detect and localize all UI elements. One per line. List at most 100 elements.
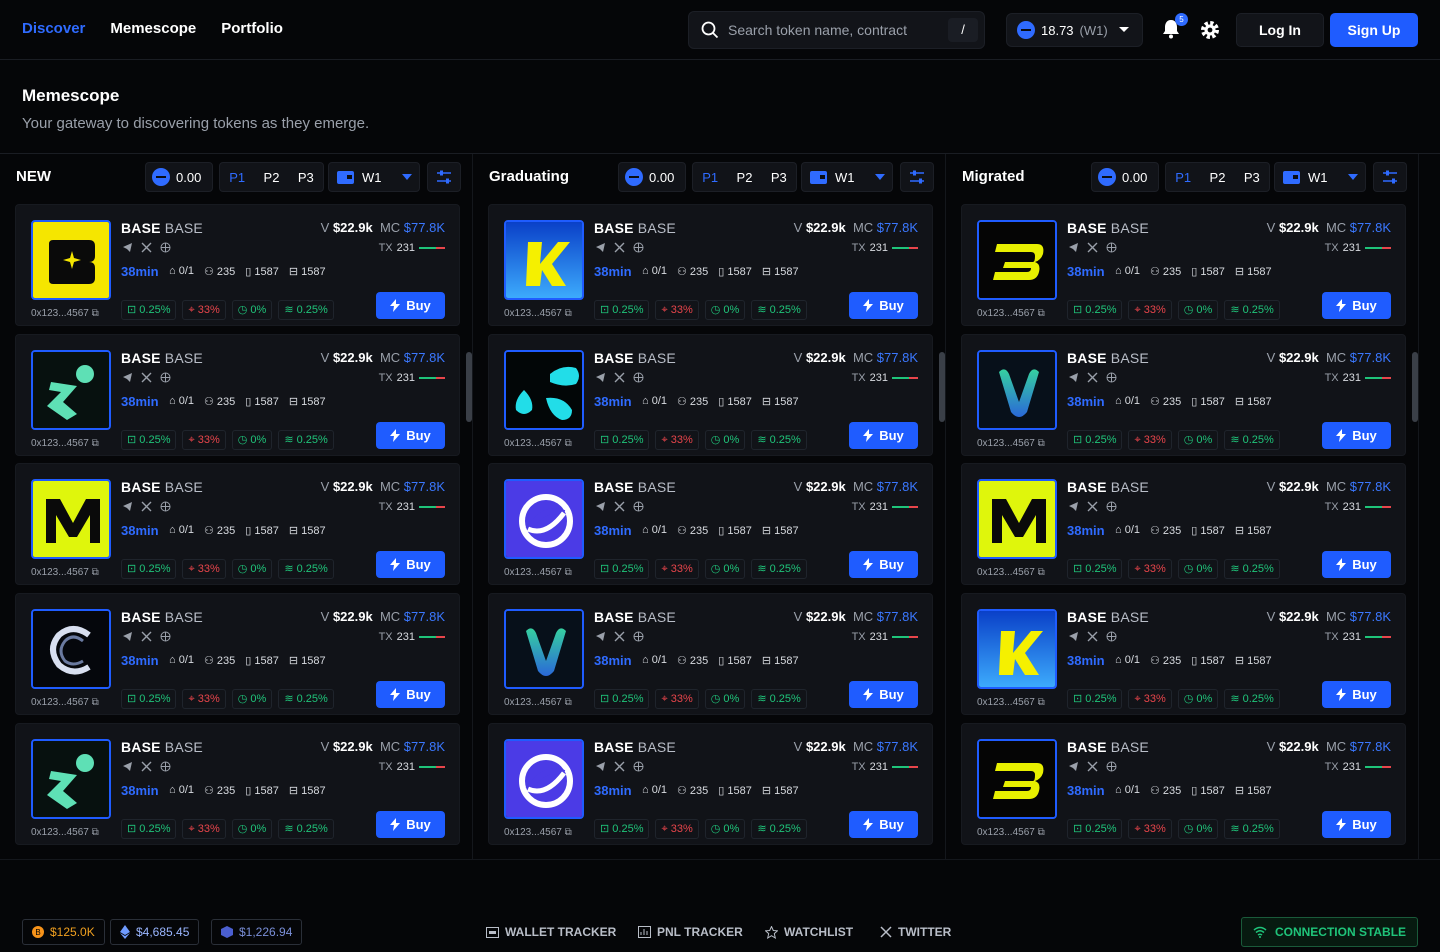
token-card[interactable]: 0x123...4567 ⧉ BASE BASE 38min ⌂ 0/1 ⚇ 2… [15, 333, 460, 456]
copy-icon[interactable]: ⧉ [565, 827, 572, 838]
filter-button[interactable] [1373, 162, 1407, 192]
quick-buy-amount[interactable]: 0.00 [618, 162, 686, 192]
btc-price[interactable]: B $125.0K [22, 919, 105, 945]
buy-button[interactable]: Buy [1322, 551, 1391, 579]
login-button[interactable]: Log In [1236, 13, 1324, 47]
x-logo-icon[interactable] [614, 501, 625, 512]
telegram-icon[interactable] [595, 372, 606, 383]
telegram-icon[interactable] [1068, 631, 1079, 642]
pnl-tracker-link[interactable]: PNL TRACKER [638, 925, 743, 939]
globe-icon[interactable] [633, 501, 644, 512]
copy-icon[interactable]: ⧉ [565, 308, 572, 319]
search-input[interactable]: Search token name, contract / [688, 11, 985, 49]
x-logo-icon[interactable] [1087, 242, 1098, 253]
contract-address[interactable]: 0x123...4567 ⧉ [31, 438, 99, 449]
globe-icon[interactable] [160, 631, 171, 642]
buy-button[interactable]: Buy [376, 681, 445, 709]
preset-p1[interactable]: P1 [1175, 170, 1191, 185]
x-logo-icon[interactable] [1087, 761, 1098, 772]
buy-button[interactable]: Buy [849, 421, 918, 449]
contract-address[interactable]: 0x123...4567 ⧉ [977, 438, 1045, 449]
gear-icon[interactable] [1199, 19, 1221, 41]
globe-icon[interactable] [160, 242, 171, 253]
copy-icon[interactable]: ⧉ [565, 697, 572, 708]
telegram-icon[interactable] [1068, 501, 1079, 512]
contract-address[interactable]: 0x123...4567 ⧉ [504, 567, 572, 578]
contract-address[interactable]: 0x123...4567 ⧉ [31, 308, 99, 319]
globe-icon[interactable] [633, 761, 644, 772]
globe-icon[interactable] [633, 372, 644, 383]
twitter-link[interactable]: TWITTER [880, 925, 951, 939]
c-ring-logo[interactable] [31, 609, 111, 690]
column-wallet-selector[interactable]: W1 [328, 162, 420, 192]
x-logo-icon[interactable] [141, 242, 152, 253]
token-card[interactable]: 0x123...4567 ⧉ BASE BASE 38min ⌂ 0/1 ⚇ 2… [488, 722, 933, 845]
contract-address[interactable]: 0x123...4567 ⧉ [504, 827, 572, 838]
telegram-icon[interactable] [595, 501, 606, 512]
nav-discover[interactable]: Discover [22, 20, 85, 37]
quick-buy-amount[interactable]: 0.00 [145, 162, 213, 192]
token-card[interactable]: 0x123...4567 ⧉ BASE BASE 38min ⌂ 0/1 ⚇ 2… [961, 463, 1406, 586]
x-logo-icon[interactable] [141, 501, 152, 512]
indigo-swirl-logo[interactable] [504, 738, 584, 819]
telegram-icon[interactable] [122, 242, 133, 253]
globe-icon[interactable] [160, 501, 171, 512]
telegram-icon[interactable] [1068, 372, 1079, 383]
nav-portfolio[interactable]: Portfolio [221, 20, 283, 37]
copy-icon[interactable]: ⧉ [1038, 567, 1045, 578]
contract-address[interactable]: 0x123...4567 ⧉ [31, 697, 99, 708]
token-card[interactable]: 0x123...4567 ⧉ BASE BASE 38min ⌂ 0/1 ⚇ 2… [961, 593, 1406, 716]
buy-button[interactable]: Buy [1322, 421, 1391, 449]
preset-p1[interactable]: P1 [229, 170, 245, 185]
eth-price[interactable]: $4,685.45 [110, 919, 200, 945]
x-logo-icon[interactable] [1087, 501, 1098, 512]
contract-address[interactable]: 0x123...4567 ⧉ [504, 697, 572, 708]
telegram-icon[interactable] [122, 631, 133, 642]
preset-p2[interactable]: P2 [264, 170, 280, 185]
buy-button[interactable]: Buy [376, 551, 445, 579]
cyan-drops-logo[interactable] [504, 349, 584, 430]
token-card[interactable]: 0x123...4567 ⧉ BASE BASE 38min ⌂ 0/1 ⚇ 2… [15, 593, 460, 716]
preset-p3[interactable]: P3 [1244, 170, 1260, 185]
globe-icon[interactable] [1106, 242, 1117, 253]
quick-buy-amount[interactable]: 0.00 [1091, 162, 1159, 192]
signup-button[interactable]: Sign Up [1330, 13, 1418, 47]
globe-icon[interactable] [633, 242, 644, 253]
telegram-icon[interactable] [595, 631, 606, 642]
preset-p2[interactable]: P2 [1210, 170, 1226, 185]
blue-m-logo[interactable] [31, 479, 111, 560]
x-logo-icon[interactable] [614, 372, 625, 383]
buy-button[interactable]: Buy [849, 681, 918, 709]
copy-icon[interactable]: ⧉ [92, 438, 99, 449]
filter-button[interactable] [900, 162, 934, 192]
copy-icon[interactable]: ⧉ [1038, 827, 1045, 838]
watchlist-link[interactable]: WATCHLIST [765, 925, 853, 939]
yellow-k-logo[interactable] [977, 609, 1057, 690]
contract-address[interactable]: 0x123...4567 ⧉ [977, 827, 1045, 838]
teal-k-logo[interactable] [31, 349, 111, 430]
token-card[interactable]: 0x123...4567 ⧉ BASE BASE 38min ⌂ 0/1 ⚇ 2… [961, 204, 1406, 326]
telegram-icon[interactable] [1068, 761, 1079, 772]
yellow-b-logo[interactable] [977, 220, 1057, 300]
copy-icon[interactable]: ⧉ [1038, 308, 1045, 319]
contract-address[interactable]: 0x123...4567 ⧉ [977, 308, 1045, 319]
buy-button[interactable]: Buy [1322, 810, 1391, 838]
token-card[interactable]: 0x123...4567 ⧉ BASE BASE 38min ⌂ 0/1 ⚇ 2… [488, 593, 933, 716]
buy-button[interactable]: Buy [376, 810, 445, 838]
lime-m-logo[interactable] [977, 479, 1057, 560]
globe-icon[interactable] [1106, 501, 1117, 512]
telegram-icon[interactable] [122, 761, 133, 772]
x-logo-icon[interactable] [141, 372, 152, 383]
preset-p3[interactable]: P3 [771, 170, 787, 185]
copy-icon[interactable]: ⧉ [1038, 438, 1045, 449]
token-card[interactable]: 0x123...4567 ⧉ BASE BASE 38min ⌂ 0/1 ⚇ 2… [15, 722, 460, 845]
token-card[interactable]: 0x123...4567 ⧉ BASE BASE 38min ⌂ 0/1 ⚇ 2… [15, 463, 460, 586]
token-card[interactable]: 0x123...4567 ⧉ BASE BASE 38min ⌂ 0/1 ⚇ 2… [488, 204, 933, 326]
buy-button[interactable]: Buy [376, 292, 445, 319]
buy-button[interactable]: Buy [849, 551, 918, 579]
copy-icon[interactable]: ⧉ [565, 567, 572, 578]
yellow-b-logo[interactable] [977, 738, 1057, 819]
indigo-swirl-logo[interactable] [504, 479, 584, 560]
telegram-icon[interactable] [122, 501, 133, 512]
contract-address[interactable]: 0x123...4567 ⧉ [31, 567, 99, 578]
